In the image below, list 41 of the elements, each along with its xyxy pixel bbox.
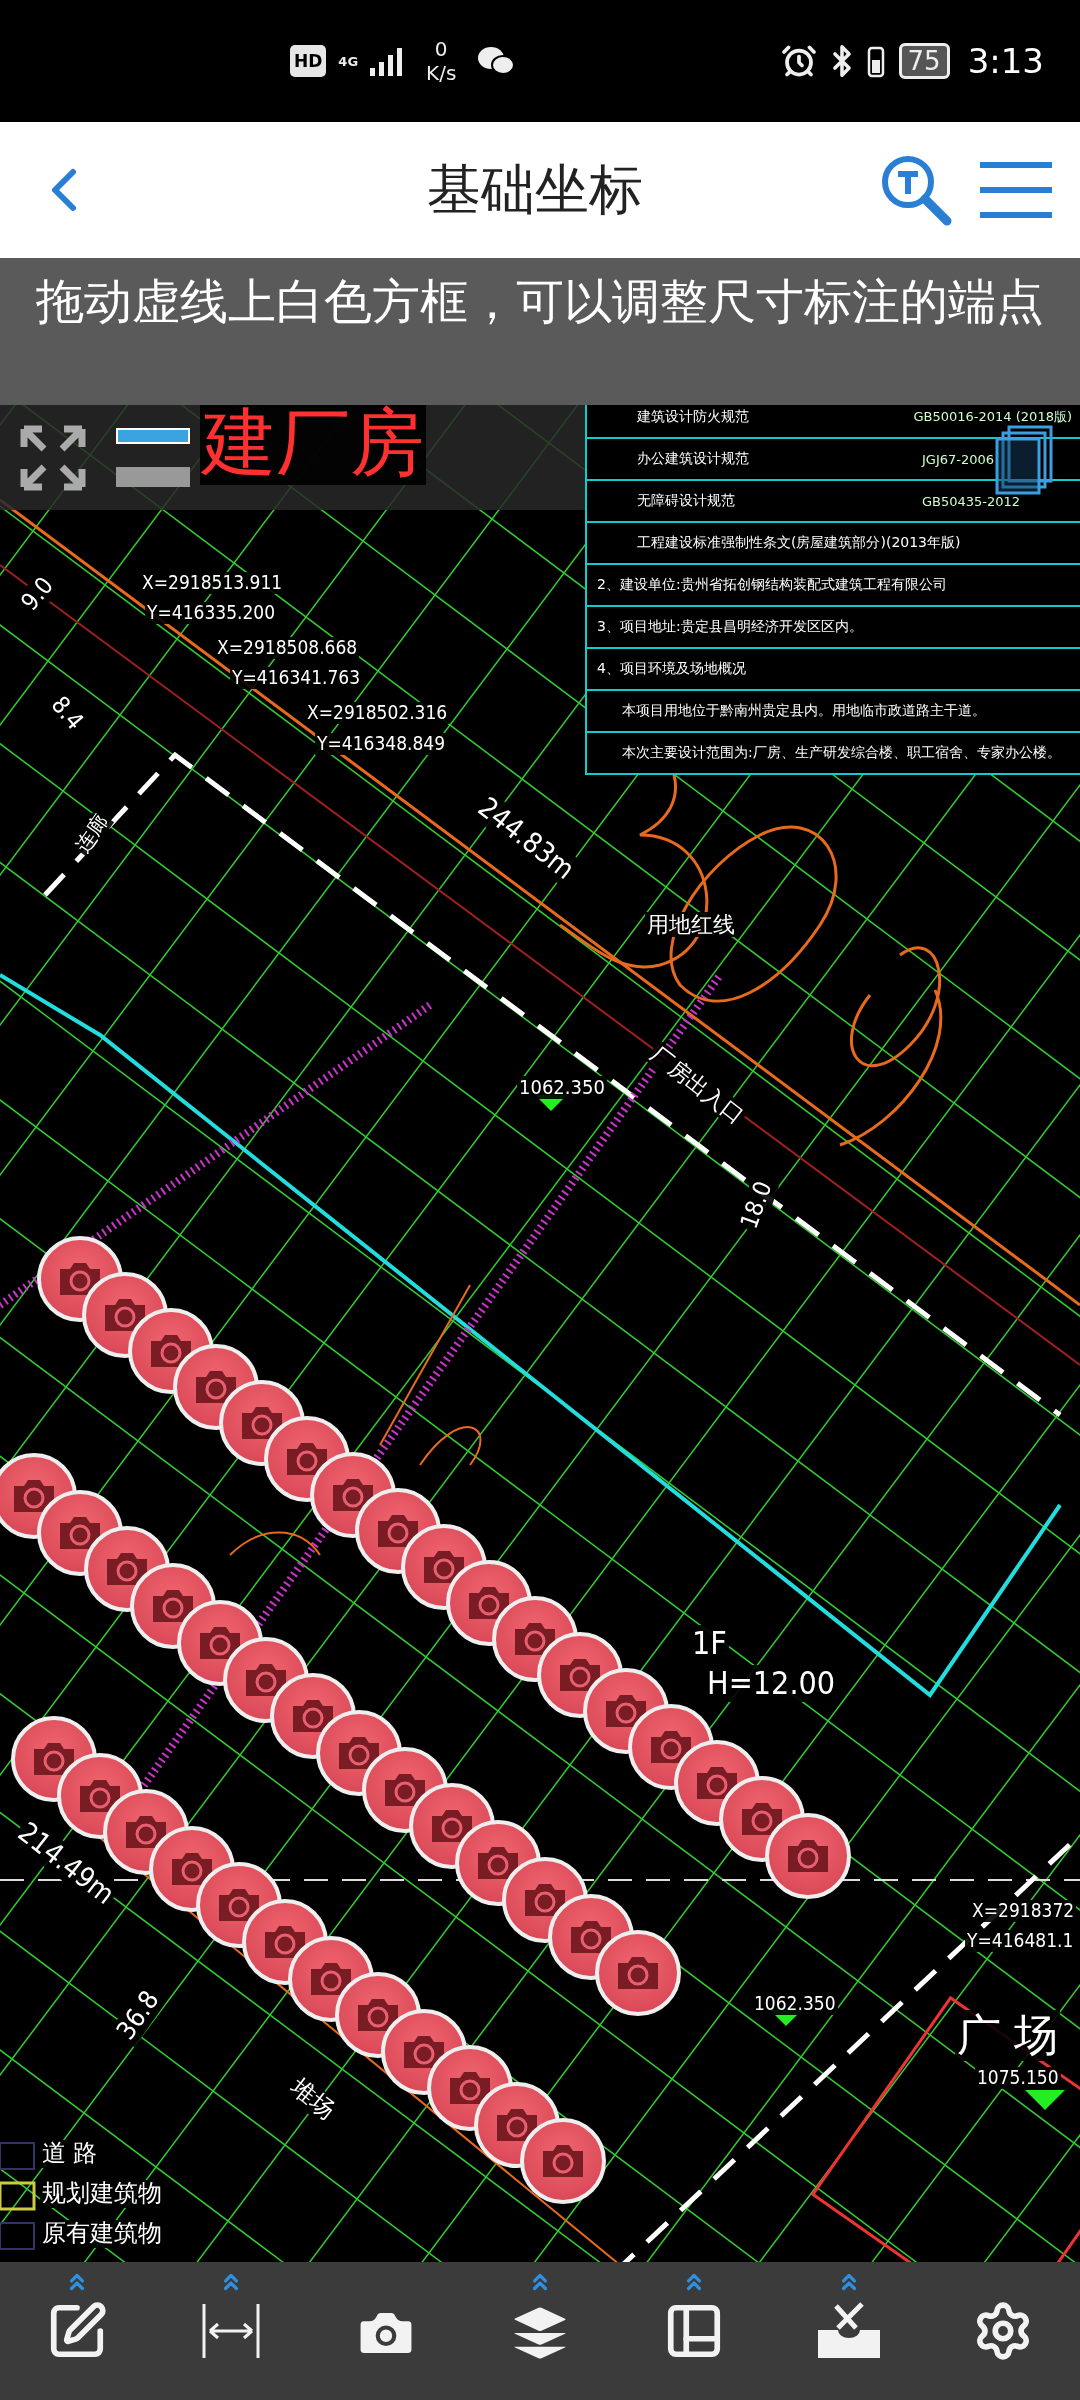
drawing-label: 1062.350 [752, 1993, 838, 2015]
chat-bubbles-icon [478, 46, 515, 76]
spec-name: 工程建设标准强制性条文(房屋建筑部分)(2013年版) [637, 534, 962, 552]
network-speed-value: 0 [434, 37, 448, 61]
drawing-note: 3、项目地址:贵定县昌明经济开发区区内。 [597, 618, 864, 636]
spec-name: 建筑设计防火规范 [637, 408, 750, 426]
drawing-note: 4、项目环境及场地概况 [597, 660, 747, 678]
drawing-label: 1075.150 [975, 2067, 1061, 2089]
drawing-note: 本次主要设计范围为:厂房、生产研发综合楼、职工宿舍、专家办公楼。 [622, 744, 1062, 762]
drawing-label: 1062.350 [517, 1076, 607, 1099]
drawing-label: X=2918372 [970, 1900, 1077, 1922]
drawing-label: Y=416348.849 [315, 733, 448, 755]
drawing-label: 广 场 [955, 2010, 1060, 2061]
clock-time: 3:13 [967, 41, 1044, 81]
phone-vibrate-icon [866, 44, 885, 78]
drawing-label: 道 路 [40, 2140, 99, 2168]
drawing-label: 原有建筑物 [40, 2220, 164, 2248]
network-speed-unit: K/s [426, 61, 457, 85]
spec-name: 办公建筑设计规范 [637, 450, 750, 468]
spec-code: GB50435-2012 [922, 493, 1022, 509]
drawing-label: X=2918502.316 [305, 702, 450, 724]
drawing-label: 规划建筑物 [40, 2180, 164, 2208]
signal-icon [370, 46, 405, 76]
drawing-note: 2、建设单位:贵州省拓创钢结构装配式建筑工程有限公司 [597, 576, 948, 594]
spec-name: 无障碍设计规范 [637, 492, 736, 510]
hd-badge: HD [290, 45, 327, 77]
network-type: 4G [338, 53, 359, 69]
documents-icon[interactable] [995, 425, 1055, 495]
battery-indicator: 75 [898, 43, 950, 79]
camera-marker-icon[interactable] [519, 2118, 606, 2205]
toggle-panel-icon[interactable] [116, 426, 190, 489]
alarm-icon [780, 43, 817, 79]
drawing-note: 本项目用地位于黔南州贵定县内。用地临市政道路主干道。 [622, 702, 987, 720]
spec-code: GB50016-2014 (2018版) [913, 408, 1073, 426]
drawing-label: X=2918508.668 [215, 637, 360, 659]
hint-banner: 拖动虚线上白色方框，可以调整尺寸标注的端点 [0, 258, 1080, 405]
drawing-label: 用地红线 [645, 912, 737, 938]
drawing-label: 建厂房 [200, 405, 426, 486]
page-title: 基础坐标 [426, 156, 644, 223]
spec-code: JGJ67-2006 [922, 451, 996, 467]
camera-marker-icon[interactable] [594, 1930, 681, 2017]
